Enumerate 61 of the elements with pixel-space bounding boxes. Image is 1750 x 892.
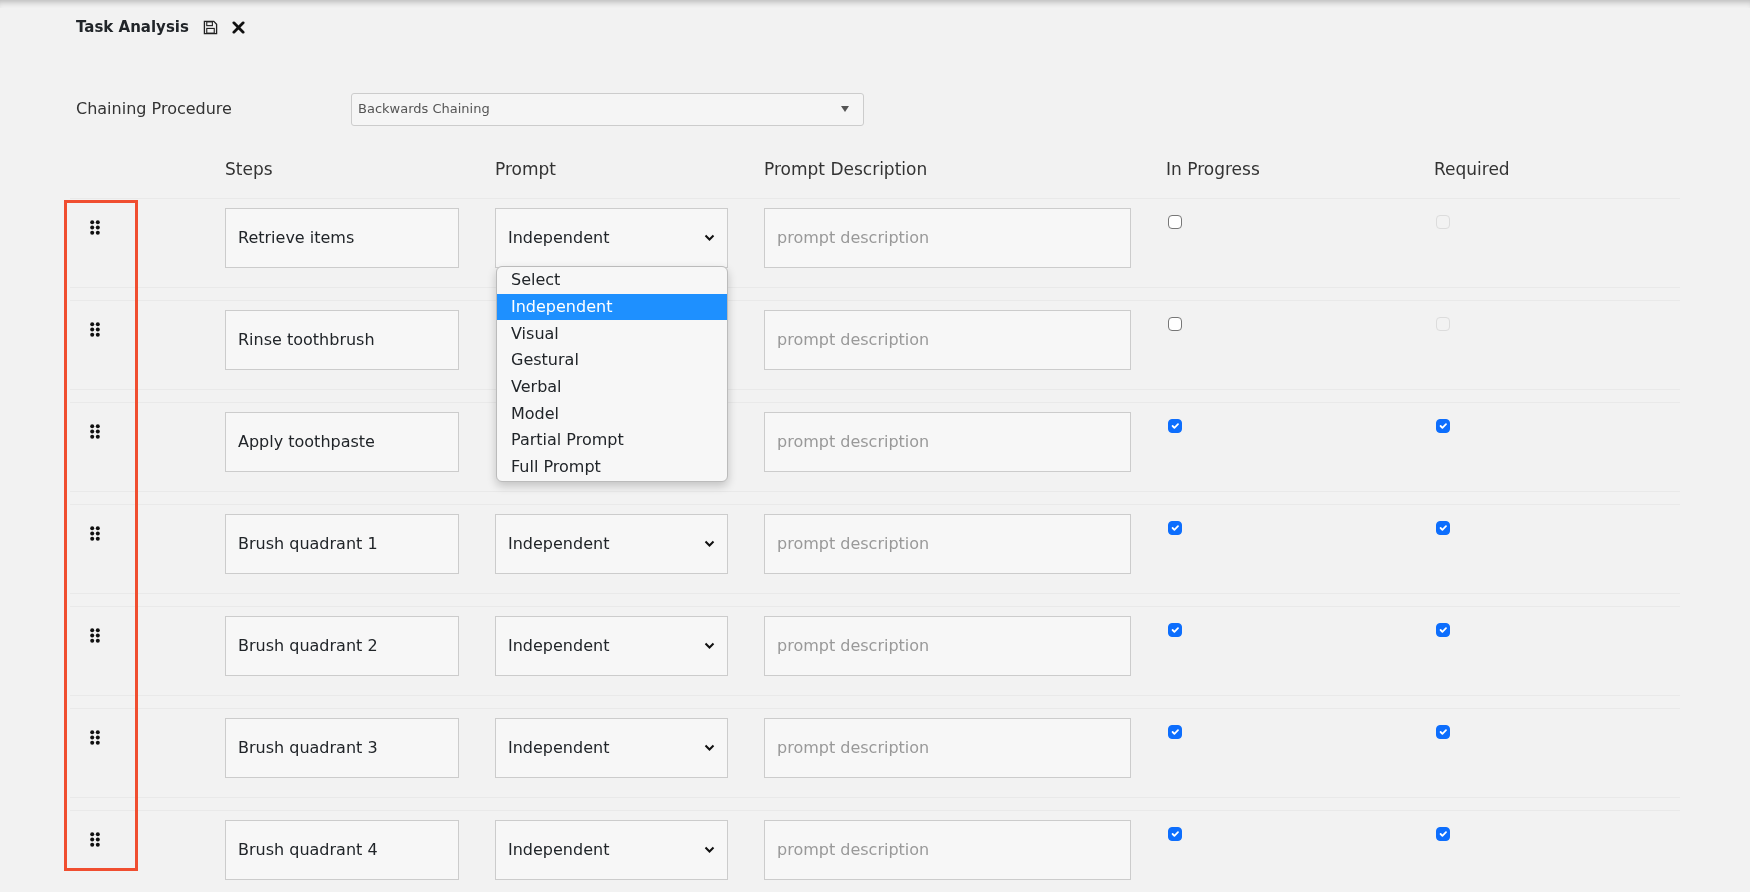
- in-progress-checkbox[interactable]: [1168, 214, 1182, 229]
- prompt-select[interactable]: Independent: [495, 513, 728, 574]
- dropdown-option[interactable]: Select: [497, 267, 727, 294]
- chevron-icon: [704, 642, 715, 649]
- step-input[interactable]: Brush quadrant 2: [225, 615, 459, 676]
- drag-handle-icon[interactable]: [90, 219, 100, 235]
- description-input[interactable]: prompt description: [764, 207, 1131, 268]
- drag-handle-icon[interactable]: [90, 525, 100, 541]
- save-icon[interactable]: [202, 19, 218, 35]
- step-input[interactable]: Apply toothpaste: [225, 411, 459, 472]
- required-checkbox[interactable]: [1436, 724, 1450, 739]
- step-input[interactable]: Retrieve items: [225, 207, 459, 268]
- drag-handle-icon[interactable]: [90, 831, 100, 847]
- dropdown-option[interactable]: Visual: [497, 320, 727, 348]
- prompt-select[interactable]: Independent: [495, 207, 728, 268]
- close-icon[interactable]: [231, 20, 245, 34]
- column-header: Required: [1434, 158, 1510, 179]
- dropdown-option[interactable]: Partial Prompt: [497, 427, 727, 454]
- step-input[interactable]: Brush quadrant 4: [225, 819, 459, 880]
- in-progress-checkbox[interactable]: [1168, 418, 1182, 433]
- step-input[interactable]: Brush quadrant 3: [225, 717, 459, 778]
- prompt-select[interactable]: Independent: [495, 615, 728, 676]
- in-progress-checkbox[interactable]: [1168, 724, 1182, 739]
- required-checkbox[interactable]: [1436, 520, 1450, 535]
- description-input[interactable]: prompt description: [764, 615, 1131, 676]
- description-input[interactable]: prompt description: [764, 717, 1131, 778]
- column-header: Prompt Description: [764, 158, 928, 179]
- chevron-icon: [704, 744, 715, 751]
- description-input[interactable]: prompt description: [764, 309, 1131, 370]
- caret-icon: [841, 106, 849, 112]
- chaining-procedure-select[interactable]: Backwards Chaining: [351, 92, 864, 126]
- prompt-select[interactable]: Independent: [495, 819, 728, 880]
- drag-handle-icon[interactable]: [90, 627, 100, 643]
- column-header: Prompt: [495, 158, 556, 179]
- drag-handle-icon[interactable]: [90, 423, 100, 439]
- dropdown-option[interactable]: Verbal: [497, 373, 727, 401]
- in-progress-checkbox[interactable]: [1168, 520, 1182, 535]
- required-checkbox[interactable]: [1436, 418, 1450, 433]
- chevron-icon: [704, 234, 715, 241]
- description-input[interactable]: prompt description: [764, 411, 1131, 472]
- dropdown-option[interactable]: Model: [497, 400, 727, 428]
- drag-handle-icon[interactable]: [90, 321, 100, 337]
- column-header: Steps: [225, 158, 273, 179]
- step-input[interactable]: Brush quadrant 1: [225, 513, 459, 574]
- field-label: Chaining Procedure: [76, 98, 233, 120]
- chevron-icon: [704, 846, 715, 853]
- chevron-icon: [704, 540, 715, 547]
- page-title: Task Analysis: [76, 17, 189, 38]
- prompt-select[interactable]: Independent: [495, 717, 728, 778]
- required-checkbox[interactable]: [1436, 622, 1450, 637]
- description-input[interactable]: prompt description: [764, 819, 1131, 880]
- step-input[interactable]: Rinse toothbrush: [225, 309, 459, 370]
- dropdown-option[interactable]: Full Prompt: [497, 453, 727, 481]
- description-input[interactable]: prompt description: [764, 513, 1131, 574]
- required-checkbox[interactable]: [1436, 826, 1450, 841]
- dropdown-option[interactable]: Gestural: [497, 347, 727, 374]
- in-progress-checkbox[interactable]: [1168, 622, 1182, 637]
- drag-handle-icon[interactable]: [90, 729, 100, 745]
- column-header: In Progress: [1166, 158, 1260, 179]
- in-progress-checkbox[interactable]: [1168, 826, 1182, 841]
- in-progress-checkbox[interactable]: [1168, 316, 1182, 331]
